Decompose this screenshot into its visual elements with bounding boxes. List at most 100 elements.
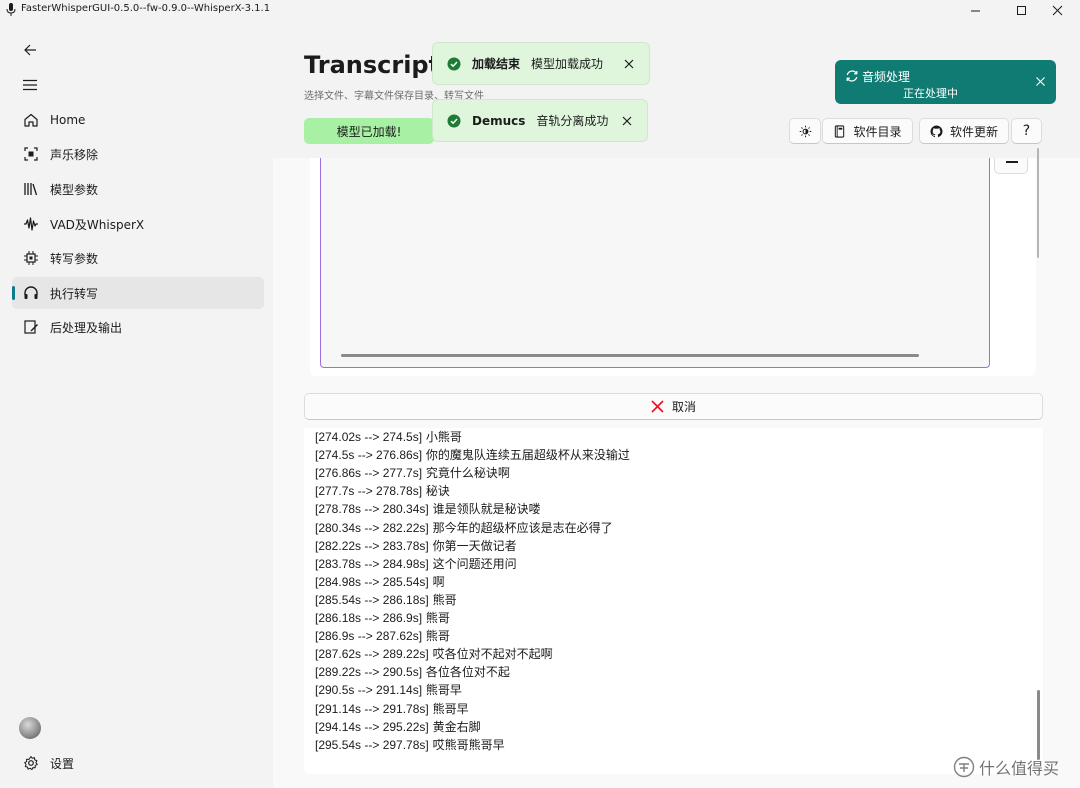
settings-label: 设置: [50, 756, 75, 771]
software-update-button[interactable]: 软件更新: [919, 118, 1009, 144]
sidebar-item-vocal-remove[interactable]: 声乐移除: [12, 138, 264, 170]
log-line: [286.18s --> 286.9s] 熊哥: [315, 610, 450, 626]
watermark-text: 什么值得买: [979, 759, 1060, 778]
cancel-button[interactable]: 取消: [304, 393, 1043, 420]
log-line: [285.54s --> 286.18s] 熊哥: [315, 592, 457, 608]
software-dir-button[interactable]: 软件目录: [822, 118, 913, 144]
close-icon[interactable]: [1035, 76, 1046, 87]
close-red-icon: [651, 400, 664, 413]
vertical-scrollbar-upper[interactable]: [1037, 148, 1039, 258]
arrow-left-icon: [24, 44, 36, 56]
close-icon: [1052, 5, 1062, 15]
log-line: [277.7s --> 278.78s] 秘诀: [315, 483, 450, 499]
sidebar-item-run-transcribe[interactable]: 执行转写: [12, 277, 264, 309]
log-timestamp: [282.22s --> 283.78s]: [315, 538, 429, 553]
window-title: FasterWhisperGUI-0.5.0--fw-0.9.0--Whispe…: [21, 3, 271, 14]
infobar-model-loaded: 加载结束 模型加载成功: [432, 42, 650, 85]
log-line: [295.54s --> 297.78s] 哎熊哥熊哥早: [315, 737, 505, 753]
theme-toggle-button[interactable]: [789, 118, 821, 144]
close-window-button[interactable]: [1034, 0, 1080, 20]
log-timestamp: [280.34s --> 282.22s]: [315, 520, 429, 535]
sidebar-item-label: Home: [50, 113, 86, 127]
log-timestamp: [276.86s --> 277.7s]: [315, 466, 423, 481]
library-icon: [22, 180, 40, 198]
infobar-message: 音轨分离成功: [536, 114, 609, 128]
log-line: [280.34s --> 282.22s] 那今年的超级杯应该是志在必得了: [315, 520, 613, 536]
sidebar-item-transcribe-params[interactable]: 转写参数: [12, 242, 264, 274]
sync-icon: [846, 70, 858, 82]
log-text: 哎熊哥熊哥早: [432, 737, 505, 752]
infobar-demucs: Demucs 音轨分离成功: [432, 99, 648, 142]
hamburger-icon: [23, 79, 37, 91]
log-line: [294.14s --> 295.22s] 黄金右脚: [315, 719, 481, 735]
log-timestamp: [277.7s --> 278.78s]: [315, 484, 423, 499]
toast-title: 音频处理: [862, 70, 911, 84]
log-timestamp: [289.22s --> 290.5s]: [315, 665, 423, 680]
watermark: 什么值得买: [953, 755, 1059, 779]
log-text: 这个问题还用问: [432, 556, 517, 571]
check-circle-icon: [447, 57, 461, 70]
log-text: 那今年的超级杯应该是志在必得了: [432, 520, 613, 535]
log-text: 谁是领队就是秘诀喽: [432, 502, 541, 517]
log-timestamp: [283.78s --> 284.98s]: [315, 556, 429, 571]
log-text: 你的魔鬼队连续五届超级杯从来没输过: [425, 448, 630, 463]
infobar-title: 加载结束: [472, 57, 521, 71]
log-text: 究竟什么秘诀啊: [425, 466, 510, 481]
microphone-icon: [6, 3, 16, 16]
log-line: [283.78s --> 284.98s] 这个问题还用问: [315, 556, 517, 572]
log-line: [284.98s --> 285.54s] 啊: [315, 574, 445, 590]
avatar[interactable]: [19, 717, 41, 739]
back-button[interactable]: [15, 38, 45, 62]
log-text: 熊哥: [432, 592, 457, 607]
minimize-button[interactable]: [952, 0, 998, 20]
log-text: 啊: [432, 574, 445, 589]
close-icon[interactable]: [623, 58, 635, 70]
log-text: 黄金右脚: [432, 719, 481, 734]
log-line: [287.62s --> 289.22s] 哎各位对不起对不起啊: [315, 646, 553, 662]
maximize-icon: [1016, 5, 1026, 15]
sidebar-item-label: 声乐移除: [50, 147, 99, 162]
book-icon: [835, 124, 845, 138]
model-loaded-button[interactable]: 模型已加载!: [304, 118, 434, 144]
sidebar-item-settings[interactable]: 设置: [12, 747, 264, 779]
log-line: [274.5s --> 276.86s] 你的魔鬼队连续五届超级杯从来没输过: [315, 447, 630, 463]
headphones-icon: [22, 284, 40, 302]
log-line: [276.86s --> 277.7s] 究竟什么秘诀啊: [315, 465, 510, 481]
close-icon[interactable]: [621, 115, 633, 127]
sidebar-item-vad[interactable]: VAD及WhisperX: [12, 208, 264, 240]
file-list-area[interactable]: [320, 158, 990, 368]
log-timestamp: [295.54s --> 297.78s]: [315, 737, 429, 752]
sidebar-item-home[interactable]: Home: [12, 104, 264, 136]
transcription-log[interactable]: [274.02s --> 274.5s] 小熊哥 [274.5s --> 276.…: [304, 428, 1043, 774]
remove-file-button[interactable]: [994, 158, 1028, 174]
log-text: 各位各位对不起: [425, 665, 510, 680]
sidebar-item-label: 转写参数: [50, 251, 99, 266]
waveform-icon: [22, 215, 40, 233]
sidebar-item-label: 后处理及输出: [50, 320, 123, 335]
brightness-icon: [799, 125, 811, 137]
chip-icon: [22, 249, 40, 267]
software-dir-label: 软件目录: [853, 124, 902, 139]
toast-message: 正在处理中: [903, 87, 958, 100]
log-timestamp: [274.5s --> 276.86s]: [315, 448, 423, 463]
log-text: 熊哥早: [425, 683, 462, 698]
help-button[interactable]: ?: [1011, 118, 1042, 144]
log-timestamp: [290.5s --> 291.14s]: [315, 683, 423, 698]
menu-toggle-button[interactable]: [15, 73, 45, 97]
home-icon: [22, 111, 40, 129]
infobar-message: 模型加载成功: [531, 57, 604, 71]
sidebar-item-model-params[interactable]: 模型参数: [12, 173, 264, 205]
log-line: [274.02s --> 274.5s] 小熊哥: [315, 429, 462, 445]
minimize-icon: [970, 10, 980, 11]
log-text: 秘诀: [425, 484, 450, 499]
log-timestamp: [278.78s --> 280.34s]: [315, 502, 429, 517]
log-timestamp: [287.62s --> 289.22s]: [315, 647, 429, 662]
log-line: [291.14s --> 291.78s] 熊哥早: [315, 701, 469, 717]
log-text: 熊哥: [425, 629, 450, 644]
log-timestamp: [291.14s --> 291.78s]: [315, 701, 429, 716]
vertical-scrollbar-thumb[interactable]: [1037, 690, 1040, 760]
log-text: 你第一天做记者: [432, 538, 517, 553]
log-line: [290.5s --> 291.14s] 熊哥早: [315, 682, 462, 698]
sidebar-item-post-process[interactable]: 后处理及输出: [12, 311, 264, 343]
horizontal-scrollbar[interactable]: [341, 354, 919, 357]
